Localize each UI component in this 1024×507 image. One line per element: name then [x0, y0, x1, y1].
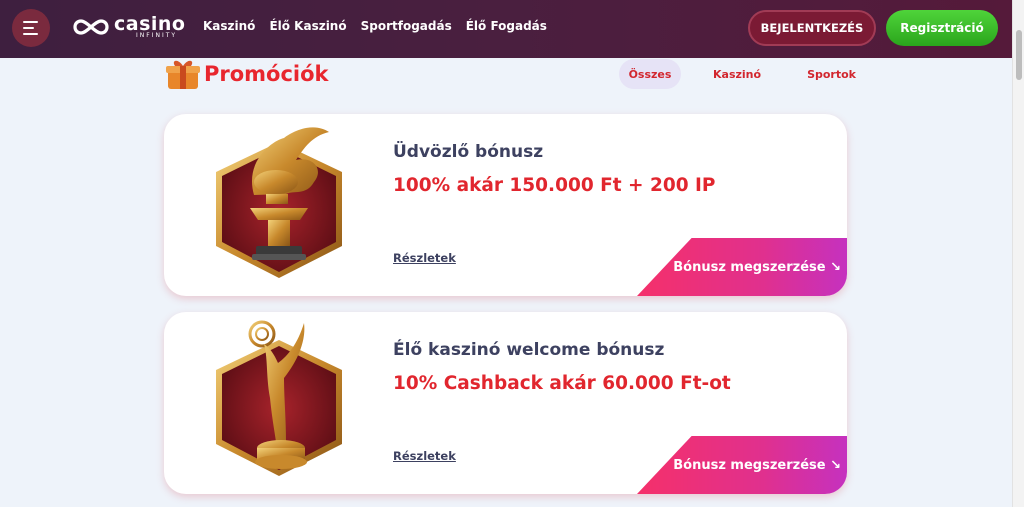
promotions-heading: Promóciók: [166, 58, 329, 90]
top-header: casino INFINITY Kaszinó Élő Kaszinó Spor…: [0, 0, 1012, 58]
filter-casino[interactable]: Kaszinó: [713, 59, 761, 89]
register-button[interactable]: Regisztráció: [886, 10, 998, 46]
promo-card: Élő kaszinó welcome bónusz 10% Cashback …: [164, 312, 847, 494]
promo-card-offer: 100% akár 150.000 Ft + 200 IP: [393, 175, 716, 196]
promo-card-title: Élő kaszinó welcome bónusz: [393, 340, 665, 360]
promotion-filters: Összes Kaszinó Sportok: [619, 59, 856, 89]
claim-bonus-label: Bónusz megszerzése ↘: [673, 457, 841, 473]
page-scrollbar[interactable]: [1012, 0, 1024, 507]
details-link[interactable]: Részletek: [393, 251, 456, 265]
promo-card-title: Üdvözlő bónusz: [393, 142, 544, 162]
promo-card-offer: 10% Cashback akár 60.000 Ft-ot: [393, 373, 731, 394]
nav-live-casino[interactable]: Élő Kaszinó: [269, 19, 346, 33]
infinity-logo-icon: [73, 19, 109, 35]
winged-lion-trophy-icon: [216, 127, 342, 278]
nav-sports-betting[interactable]: Sportfogadás: [361, 19, 452, 33]
filter-sports[interactable]: Sportok: [807, 59, 856, 89]
details-link[interactable]: Részletek: [393, 449, 456, 463]
emmy-trophy-icon: [216, 320, 342, 476]
claim-bonus-button[interactable]: Bónusz megszerzése ↘: [637, 436, 847, 494]
nav-casino[interactable]: Kaszinó: [203, 19, 255, 33]
login-button[interactable]: BEJELENTKEZÉS: [748, 10, 876, 46]
filter-all[interactable]: Összes: [619, 59, 681, 89]
claim-bonus-label: Bónusz megszerzése ↘: [673, 259, 841, 275]
scrollbar-thumb[interactable]: [1016, 30, 1022, 80]
nav-live-betting[interactable]: Élő Fogadás: [466, 19, 547, 33]
site-logo[interactable]: casino INFINITY: [70, 14, 186, 40]
claim-bonus-button[interactable]: Bónusz megszerzése ↘: [637, 238, 847, 296]
page-title: Promóciók: [204, 62, 329, 86]
main-nav: Kaszinó Élő Kaszinó Sportfogadás Élő Fog…: [203, 19, 547, 33]
promo-card: Üdvözlő bónusz 100% akár 150.000 Ft + 20…: [164, 114, 847, 296]
gift-icon: [166, 60, 200, 89]
menu-icon[interactable]: [12, 9, 50, 47]
